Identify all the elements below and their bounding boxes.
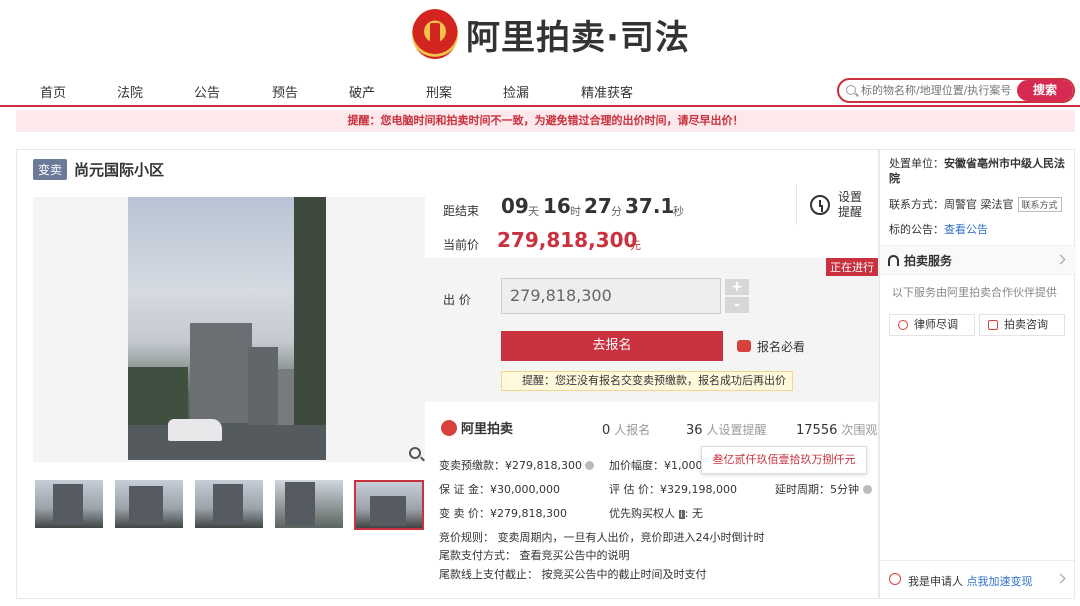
auction-page: 阿里拍卖·司法 首页 法院 公告 预告 破产 刑案 捡漏 精准获客 搜索 提醒：… [0, 0, 1080, 606]
countdown-minutes: 27 [584, 194, 612, 218]
ali-auction-logo-icon [441, 419, 457, 436]
header: 阿里拍卖·司法 [0, 0, 1080, 72]
nav-item-preview[interactable]: 预告 [272, 82, 298, 101]
deadline-info: 尾款线上支付截止： 按竞买公告中的截止时间及时支付 [439, 568, 707, 581]
nav-divider [0, 105, 1080, 107]
auction-consult-button[interactable]: 拍卖咨询 [979, 314, 1065, 336]
nav-item-criminal[interactable]: 刑案 [426, 82, 452, 101]
item-notice: 标的公告：查看公告 [889, 223, 988, 236]
contact-button[interactable]: 联系方式 [1017, 197, 1062, 212]
nav-item-home[interactable]: 首页 [40, 82, 66, 101]
partner-name: 阿里拍卖 [461, 422, 514, 437]
status-badge: 正在进行 [826, 258, 878, 276]
amount-in-words-tooltip: 叁亿贰仟玖佰壹拾玖万捌仟元 [701, 446, 867, 474]
signup-button[interactable]: 去报名 [501, 331, 723, 361]
partner-brand: 阿里拍卖 [441, 418, 513, 437]
bid-rule-info: 竞价规则： 变卖周期内，一旦有人出价，竞价即进入24小时倒计时 [439, 531, 765, 544]
title-row: 变卖 尚元国际小区 [33, 159, 164, 180]
chevron-right-icon [1055, 573, 1066, 584]
chevron-right-icon [1055, 254, 1066, 265]
coins-icon [737, 340, 751, 352]
zoom-icon[interactable] [409, 447, 421, 459]
appraisal-info: 评 估 价：¥329,198,000 [609, 483, 737, 496]
bid-amount-input[interactable]: 279,818,300 [501, 278, 721, 314]
help-icon[interactable] [862, 485, 872, 494]
countdown-days-unit: 天 [528, 205, 539, 218]
thumbnail[interactable] [275, 480, 343, 528]
search-icon [846, 85, 856, 95]
lawyer-icon [898, 320, 908, 330]
bid-increase-button[interactable]: + [725, 279, 749, 295]
user-icon [889, 573, 901, 585]
countdown-days: 09 [501, 194, 529, 218]
disposal-unit: 处置单位：安徽省亳州市中级人民法院 [889, 157, 1065, 185]
headset-icon [888, 255, 899, 266]
sale-price-info: 变 卖 价：¥279,818,300 [439, 507, 567, 520]
priority-info: 优先购买权人 i: 无 [609, 507, 703, 520]
countdown-hours-unit: 时 [570, 205, 581, 218]
guarantee-info: 保 证 金：¥30,000,000 [439, 483, 560, 496]
chat-icon [988, 320, 998, 330]
countdown-seconds-unit: 秒 [673, 205, 684, 218]
help-icon[interactable] [585, 461, 595, 470]
payment-info: 尾款支付方式： 查看竞买公告中的说明 [439, 549, 630, 562]
contact-info: 联系方式：周警官 梁法官 联系方式 [889, 196, 1062, 212]
countdown-hours: 16 [543, 194, 571, 218]
countdown-seconds: 37.1 [625, 194, 675, 218]
view-count: 17556 次围观 [796, 423, 878, 438]
signup-count: 0 人报名 [602, 423, 651, 438]
reminder-count: 36 人设置提醒 [686, 423, 767, 438]
logo[interactable]: 阿里拍卖·司法 [412, 9, 690, 59]
current-price-unit: 元 [630, 239, 641, 252]
logo-text: 阿里拍卖·司法 [466, 17, 690, 58]
auction-main-card: 变卖 尚元国际小区 距结束 09 天 16 时 27 分 37.1 秒 设置提醒… [16, 149, 880, 599]
search-button[interactable]: 搜索 [1017, 80, 1073, 101]
main-photo[interactable] [128, 197, 326, 460]
increment-info: 加价幅度：¥1,000,0 [609, 459, 713, 472]
search-box: 搜索 [837, 78, 1075, 103]
lawyer-review-button[interactable]: 律师尽调 [889, 314, 975, 336]
auction-service-header[interactable]: 拍卖服务 [880, 245, 1076, 275]
speed-up-link[interactable]: 点我加速变现 [967, 575, 1033, 588]
view-notice-link[interactable]: 查看公告 [944, 223, 988, 236]
thumbnail[interactable] [195, 480, 263, 528]
countdown-label: 距结束 [443, 204, 480, 218]
sale-type-tag: 变卖 [33, 159, 68, 180]
alarm-clock-icon [810, 195, 830, 215]
court-emblem-icon [412, 9, 458, 59]
sidebar: 处置单位：安徽省亳州市中级人民法院 联系方式：周警官 梁法官 联系方式 标的公告：… [879, 149, 1076, 599]
signup-tip: 提醒：您还没有报名交变卖预缴款，报名成功后再出价 [501, 371, 793, 391]
thumbnail-active[interactable] [354, 480, 424, 530]
current-price-label: 当前价 [443, 238, 480, 252]
nav-item-bankruptcy[interactable]: 破产 [349, 82, 375, 101]
nav-item-bargain[interactable]: 捡漏 [503, 82, 529, 101]
auction-service-title: 拍卖服务 [904, 254, 953, 268]
thumbnail[interactable] [115, 480, 183, 528]
item-title: 尚元国际小区 [74, 161, 165, 179]
applicant-entry[interactable]: 我是申请人 点我加速变现 [880, 560, 1076, 598]
countdown-minutes-unit: 分 [611, 205, 622, 218]
bid-decrease-button[interactable]: - [725, 297, 749, 313]
nav-item-announcement[interactable]: 公告 [194, 82, 220, 101]
nav-item-leads[interactable]: 精准获客 [581, 82, 633, 101]
current-price: 279,818,300 [497, 228, 638, 252]
service-description: 以下服务由阿里拍卖合作伙伴提供 [892, 286, 1057, 299]
nav-item-court[interactable]: 法院 [117, 82, 143, 101]
thumbnail[interactable] [35, 480, 103, 528]
bid-label: 出 价 [443, 293, 471, 307]
search-input[interactable] [861, 80, 1021, 101]
main-photo-area[interactable] [33, 197, 425, 462]
time-notice: 提醒：您电脑时间和拍卖时间不一致，为避免错过合理的出价时间，请尽早出价！ [16, 110, 1075, 132]
delay-info: 延时周期：5分钟 [775, 481, 872, 497]
divider [796, 185, 797, 225]
signup-guide-link[interactable]: 报名必看 [757, 338, 805, 355]
deposit-info: 变卖预缴款：¥279,818,300 [439, 457, 595, 473]
set-reminder-label: 设置提醒 [838, 190, 863, 219]
